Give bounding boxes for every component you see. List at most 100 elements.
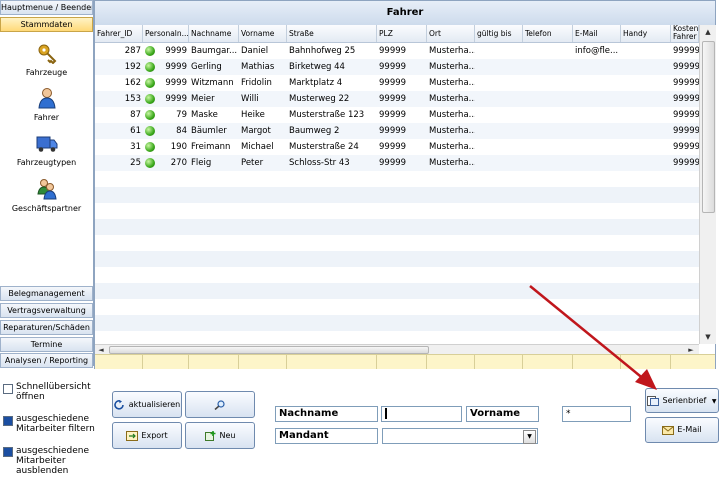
cell-email [573,91,621,107]
empty-row[interactable] [95,187,699,203]
vertical-scroll-thumb[interactable] [702,41,715,213]
section-belegmanagement[interactable]: Belegmanagement [0,286,93,301]
scroll-up-icon[interactable]: ▲ [700,25,716,39]
export-button[interactable]: Export [112,422,182,449]
empty-row[interactable] [95,235,699,251]
navigation-pane: Hauptmenue / Beenden Stammdaten Fahrzeug… [0,0,94,368]
cell-nachname: Witzmann [191,78,234,88]
cell-plz: 99999 [379,46,407,56]
table-row[interactable]: 87 79 Maske Heike Musterstraße 123 99999 Muste… [95,107,699,123]
cell-id: 287 [124,46,141,56]
cell-strasse: Schloss-Str 43 [289,158,350,168]
status-active-icon [145,46,155,56]
cell-pnr: 270 [170,158,187,168]
schnelluebersicht-checkbox[interactable] [3,384,13,394]
table-row[interactable]: 162 9999 Witzmann Fridolin Marktplatz 4 99999… [95,75,699,91]
vertical-scrollbar[interactable]: ▲ ▼ [699,25,716,344]
section-analysen[interactable]: Analysen / Reporting [0,353,93,368]
status-active-icon [145,78,155,88]
column-header[interactable]: Telefon [523,25,573,42]
nav-item-fahrer[interactable]: Fahrer [0,87,93,122]
cell-nachname: Gerling [191,62,222,72]
column-header[interactable]: Handy [621,25,671,42]
nav-item-geschaeftspartner[interactable]: Geschäftspartner [0,178,93,213]
empty-row[interactable] [95,219,699,235]
hide-retired-label: ausgeschiedene Mitarbeiter ausblenden [16,446,90,476]
cell-strasse: Bahnhofweg 25 [289,46,356,56]
nav-item-fahrzeugtypen[interactable]: Fahrzeugtypen [0,132,93,167]
cell-strasse: Musterweg 22 [289,94,350,104]
serienbrief-label: Serienbrief [662,396,707,405]
cell-strasse: Marktplatz 4 [289,78,343,88]
column-header[interactable]: gültig bis [475,25,523,42]
column-header[interactable]: Personaln... [143,25,189,42]
filter-retired-checkbox[interactable] [3,416,13,426]
cell-kst: 99999 [673,158,699,168]
cell-id: 25 [130,158,141,168]
chevron-down-icon[interactable]: ▼ [523,430,536,444]
column-header[interactable]: Fahrer_ID [95,25,143,42]
section-stammdaten[interactable]: Stammdaten [0,17,93,32]
nav-item-fahrzeuge[interactable]: Fahrzeuge [0,42,93,77]
table-row[interactable]: 25 270 Fleig Peter Schloss-Str 43 99999 Muster… [95,155,699,171]
new-button[interactable]: Neu [185,422,255,449]
nachname-input[interactable] [381,406,462,422]
search-button[interactable] [185,391,255,418]
table-row[interactable]: 31 190 Freimann Michael Musterstraße 24 99999… [95,139,699,155]
cell-vorname: Margot [241,126,271,136]
empty-row[interactable] [95,171,699,187]
mandant-dropdown[interactable]: ▼ [382,428,538,444]
cell-plz: 99999 [379,158,407,168]
empty-row[interactable] [95,251,699,267]
cell-id: 162 [124,78,141,88]
cell-strasse: Musterstraße 123 [289,110,365,120]
column-header[interactable]: Straße [287,25,377,42]
nav-item-label: Fahrer [33,113,60,122]
section-reparaturen[interactable]: Reparaturen/Schäden [0,320,93,335]
status-active-icon [145,158,155,168]
status-active-icon [145,62,155,72]
export-label: Export [141,431,168,440]
column-header[interactable]: Nachname [189,25,239,42]
cell-id: 61 [130,126,141,136]
empty-row[interactable] [95,203,699,219]
cell-pnr: 9999 [165,62,187,72]
cell-ort: Musterha... [429,158,475,168]
scroll-down-icon[interactable]: ▼ [700,330,716,344]
column-header[interactable]: Vorname [239,25,287,42]
table-row[interactable]: 153 9999 Meier Willi Musterweg 22 99999 Muster… [95,91,699,107]
cell-email [573,139,621,155]
cell-email [573,75,621,91]
magnifier-icon [214,399,225,410]
nav-item-label: Fahrzeuge [25,68,68,77]
email-button[interactable]: E-Mail [645,417,719,443]
column-header[interactable]: PLZ [377,25,427,42]
table-row[interactable]: 287 9999 Baumgar... Daniel Bahnhofweg 25 9999… [95,43,699,59]
horizontal-scroll-thumb[interactable] [109,346,429,354]
nachname-label: Nachname [275,406,378,422]
hide-retired-checkbox[interactable] [3,447,13,457]
cell-pnr: 9999 [165,46,187,56]
summary-cell [377,355,427,369]
main-menu-button[interactable]: Hauptmenue / Beenden [0,0,93,15]
cell-email [573,123,621,139]
status-active-icon [145,142,155,152]
column-header[interactable]: E-Mail [573,25,621,42]
keys-icon [38,44,56,64]
cell-email: info@fle... [575,46,619,56]
table-row[interactable]: 192 9999 Gerling Mathias Birketweg 44 99999 Mu… [95,59,699,75]
section-vertragsverwaltung[interactable]: Vertragsverwaltung [0,303,93,318]
cell-pnr: 9999 [165,94,187,104]
table-row[interactable]: 61 84 Bäumler Margot Baumweg 2 99999 Musterha.… [95,123,699,139]
cell-nachname: Freimann [191,142,231,152]
column-header[interactable]: Ort [427,25,475,42]
section-termine[interactable]: Termine [0,337,93,352]
cell-ort: Musterha... [429,62,475,72]
vorname-input[interactable]: * [562,406,631,422]
cell-email [573,107,621,123]
summary-cell [189,355,239,369]
cell-pnr: 79 [176,110,187,120]
column-header[interactable]: Kostenst Fahrer [671,25,699,42]
text-cursor [385,408,387,419]
refresh-button[interactable]: aktualisieren [112,391,182,418]
